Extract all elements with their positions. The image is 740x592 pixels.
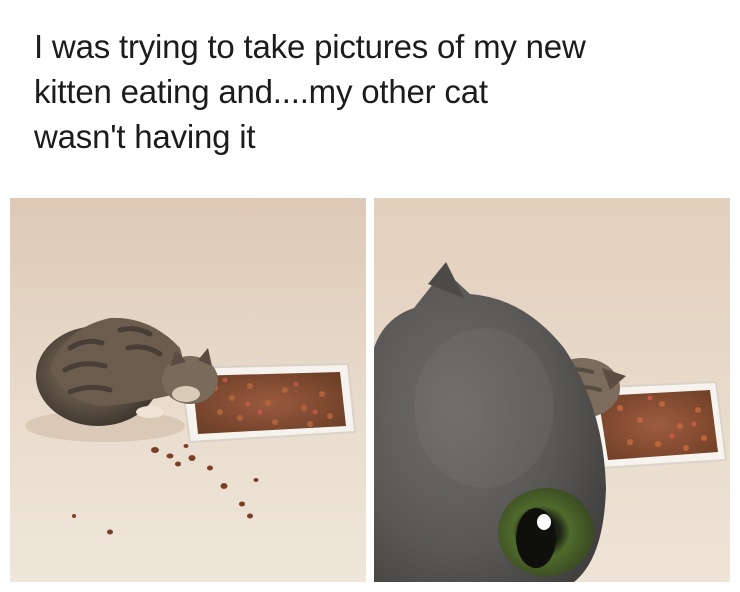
photo-kitten-eating (10, 198, 366, 582)
cat-photobomb-illustration (374, 198, 730, 582)
photo-cat-photobomb (374, 198, 730, 582)
caption-line-1: I was trying to take pictures of my new (34, 28, 586, 65)
kitten-eating-illustration (10, 198, 366, 582)
meme-caption: I was trying to take pictures of my new … (34, 24, 724, 159)
caption-line-2: kitten eating and....my other cat (34, 73, 488, 110)
caption-line-3: wasn't having it (34, 118, 256, 155)
